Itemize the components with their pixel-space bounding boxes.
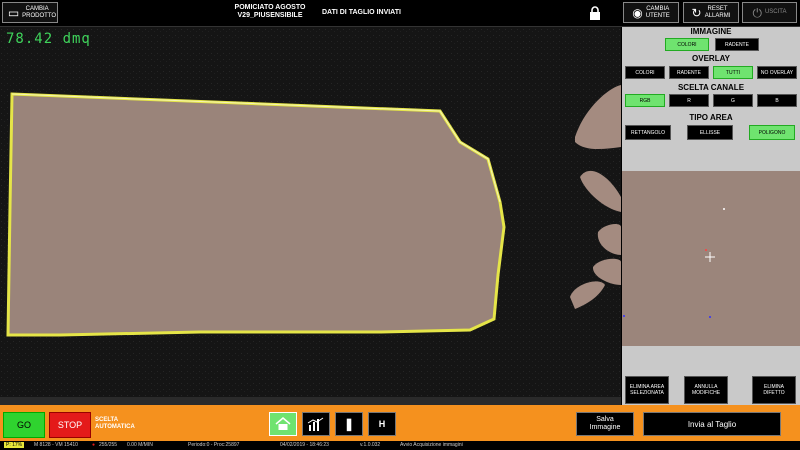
defect-marker[interactable]	[709, 316, 711, 318]
reset-alarms-label: RESET ALLARMI	[704, 5, 731, 19]
image-grazing-button[interactable]: RADENTE	[715, 38, 759, 51]
chart-button[interactable]	[302, 412, 330, 436]
scan-canvas[interactable]	[0, 27, 621, 405]
overlay-colors-button[interactable]: COLORI	[625, 66, 665, 79]
scan-progress-strip	[0, 397, 621, 405]
cut-status: DATI DI TAGLIO INVIATI	[322, 9, 401, 16]
channel-r-button[interactable]: R	[669, 94, 709, 107]
user-icon: ◉	[632, 5, 643, 20]
preview-canvas[interactable]	[622, 171, 800, 346]
area-ellipse-button[interactable]: ELLISSE	[687, 125, 733, 140]
undo-changes-button[interactable]: ANNULLA MODIFICHE	[684, 376, 728, 404]
change-user-label: CAMBIA UTENTE	[645, 5, 670, 19]
image-colors-button[interactable]: COLORI	[665, 38, 709, 51]
save-line1: Salva	[596, 416, 614, 423]
status-counts: 255/255	[99, 442, 118, 448]
channel-section-title: SCELTA CANALE	[677, 83, 745, 92]
channel-b-button[interactable]: B	[757, 94, 797, 107]
area-type-section-title: TIPO AREA	[689, 113, 733, 122]
status-speed: 0.00 M/MIN	[127, 442, 153, 448]
home-icon	[275, 417, 291, 430]
delete-defect-button[interactable]: ELIMINA DIFETTO	[752, 376, 796, 404]
image-viewer[interactable]: 78.42 dmq	[0, 27, 621, 405]
status-datetime: 04/02/2019 - 18:46:23	[280, 442, 329, 448]
status-machine: M 8128 - VM 15410	[34, 442, 78, 448]
area-readout: 78.42 dmq	[6, 31, 91, 47]
lock-icon[interactable]	[589, 6, 601, 20]
image-section-title: IMMAGINE	[690, 27, 732, 36]
power-icon: ⏻	[752, 5, 762, 20]
defect-marker[interactable]	[723, 208, 725, 210]
send-to-cut-button[interactable]: Invia al Taglio	[643, 412, 781, 436]
overlay-none-button[interactable]: NO OVERLAY	[757, 66, 797, 79]
channel-g-button[interactable]: G	[713, 94, 753, 107]
overlay-all-button[interactable]: TUTTI	[713, 66, 753, 79]
go-button[interactable]: GO	[3, 412, 45, 438]
status-bar: P: 17% M 8128 - VM 15410 ● 255/255 0.00 …	[0, 441, 800, 450]
auto-selection-label: SCELTA AUTOMATICA	[95, 417, 135, 431]
change-user-button[interactable]: ◉ CAMBIA UTENTE	[623, 2, 679, 23]
exit-button[interactable]: ⏻ USCITA	[742, 2, 797, 23]
product-name: POMICIATO AGOSTO V29_PIUSENSIBILE	[230, 4, 310, 20]
defect-marker[interactable]	[623, 315, 625, 317]
zoom-preview[interactable]	[622, 171, 800, 346]
home-button[interactable]	[269, 412, 297, 436]
overlay-grazing-button[interactable]: RADENTE	[669, 66, 709, 79]
exclamation-icon: ❚	[343, 417, 355, 431]
auto-line1: SCELTA	[95, 417, 119, 423]
status-period: Periodo:0 - Proc:25897	[188, 442, 240, 448]
exit-label: USCITA	[764, 9, 787, 15]
status-dot-icon: ●	[92, 442, 96, 448]
status-percent: P: 17%	[4, 442, 25, 448]
status-version: v.1.0.032	[360, 442, 381, 448]
chart-icon	[307, 417, 324, 431]
channel-rgb-button[interactable]: RGB	[625, 94, 665, 107]
delete-area-button[interactable]: ELIMINA AREA SELEZIONATA	[625, 376, 669, 404]
product-line2: V29_PIUSENSIBILE	[237, 12, 303, 19]
auto-line2: AUTOMATICA	[95, 424, 135, 430]
h-button[interactable]: H	[368, 412, 396, 436]
reset-alarms-button[interactable]: ↻ RESET ALLARMI	[683, 2, 739, 23]
save-image-button[interactable]: Salva Immagine	[576, 412, 634, 436]
defect-marker[interactable]	[705, 249, 707, 251]
control-panel: IMMAGINE COLORI RADENTE OVERLAY COLORI R…	[622, 27, 800, 405]
status-message: Avvio Acquisizione immagini	[400, 442, 463, 448]
folder-icon: ▭	[7, 5, 20, 20]
stop-button[interactable]: STOP	[49, 412, 91, 438]
overlay-section-title: OVERLAY	[692, 54, 730, 63]
area-polygon-button[interactable]: POLIGONO	[749, 125, 795, 140]
alert-button[interactable]: ❚	[335, 412, 363, 436]
product-line1: POMICIATO AGOSTO	[234, 4, 306, 11]
bottom-bar: GO STOP SCELTA AUTOMATICA ❚ H Salva Imma…	[0, 405, 800, 441]
save-line2: Immagine	[589, 424, 621, 431]
area-rectangle-button[interactable]: RETTANGOLO	[625, 125, 671, 140]
change-product-label: CAMBIA PRODOTTO	[22, 5, 57, 19]
reset-icon: ↻	[691, 5, 702, 20]
change-product-button[interactable]: ▭ CAMBIA PRODOTTO	[2, 2, 58, 23]
leather-piece[interactable]	[6, 92, 506, 337]
top-bar: ▭ CAMBIA PRODOTTO POMICIATO AGOSTO V29_P…	[0, 0, 800, 27]
